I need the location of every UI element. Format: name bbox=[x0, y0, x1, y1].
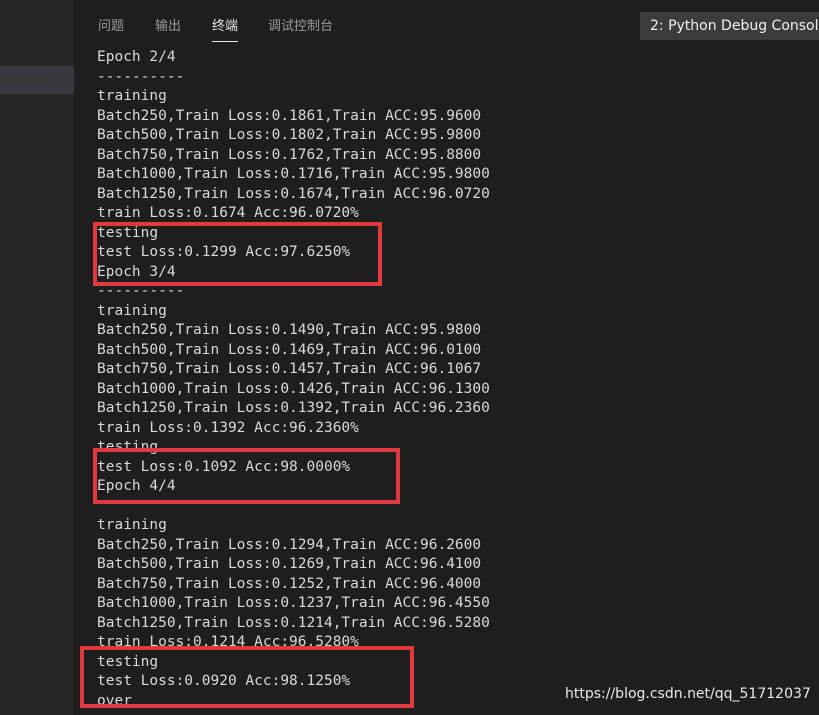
terminal-line: Batch250,Train Loss:0.1294,Train ACC:96.… bbox=[97, 536, 482, 553]
terminal-line: Batch1000,Train Loss:0.1237,Train ACC:96… bbox=[97, 595, 490, 611]
terminal-line: Batch750,Train Loss:0.1457,Train ACC:96.… bbox=[97, 361, 482, 377]
terminal-line: Batch1000,Train Loss:0.1426,Train ACC:96… bbox=[97, 380, 490, 397]
terminal-line: Batch1250,Train Loss:0.1214,Train ACC:96… bbox=[97, 614, 490, 631]
terminal-line: train Loss:0.1674 Acc:96.0720% bbox=[97, 205, 359, 221]
terminal-line: train Loss:0.1392 Acc:96.2360% bbox=[97, 419, 359, 436]
terminal-line: ---------- bbox=[97, 68, 185, 85]
terminal-line: Batch1250,Train Loss:0.1674,Train ACC:96… bbox=[97, 185, 490, 202]
terminal-line: Batch1000,Train Loss:0.1716,Train ACC:95… bbox=[97, 166, 490, 182]
side-selected-item[interactable] bbox=[0, 66, 74, 94]
side-panel bbox=[0, 0, 74, 715]
terminal-line: Batch250,Train Loss:0.1861,Train ACC:95.… bbox=[97, 107, 482, 124]
terminal-output[interactable]: Epoch 2/4 ---------- training Batch250,Trai… bbox=[97, 48, 797, 711]
terminal-line: Batch750,Train Loss:0.1252,Train ACC:96.… bbox=[97, 575, 482, 592]
terminal-line: Epoch 2/4 bbox=[97, 49, 176, 65]
terminal-panel: 问题 输出 终端 调试控制台 2: Python Debug Console E… bbox=[74, 0, 819, 715]
terminal-line: training bbox=[97, 88, 167, 104]
terminal-line: Batch250,Train Loss:0.1490,Train ACC:95.… bbox=[97, 322, 482, 338]
tab-terminal[interactable]: 终端 bbox=[212, 15, 239, 42]
terminal-line: Batch1250,Train Loss:0.1392,Train ACC:96… bbox=[97, 400, 490, 416]
terminal-selector-dropdown[interactable]: 2: Python Debug Console bbox=[640, 12, 819, 40]
tab-problems[interactable]: 问题 bbox=[98, 15, 124, 34]
panel-tab-bar: 问题 输出 终端 调试控制台 2: Python Debug Console bbox=[74, 0, 819, 44]
terminal-line: training bbox=[97, 302, 167, 319]
terminal-line: Batch500,Train Loss:0.1469,Train ACC:96.… bbox=[97, 341, 482, 358]
terminal-line: Batch500,Train Loss:0.1802,Train ACC:95.… bbox=[97, 127, 482, 143]
highlight-box-epoch3-test bbox=[93, 448, 400, 504]
terminal-line: Batch750,Train Loss:0.1762,Train ACC:95.… bbox=[97, 146, 482, 163]
terminal-line: training bbox=[97, 517, 167, 533]
watermark-url: https://blog.csdn.net/qq_51712037 bbox=[565, 686, 811, 702]
terminal-line: Batch500,Train Loss:0.1269,Train ACC:96.… bbox=[97, 556, 482, 572]
highlight-box-epoch2-test bbox=[93, 222, 382, 286]
tab-output[interactable]: 输出 bbox=[155, 15, 181, 34]
tab-debug-console[interactable]: 调试控制台 bbox=[268, 15, 333, 34]
highlight-box-epoch4-test bbox=[80, 646, 414, 708]
